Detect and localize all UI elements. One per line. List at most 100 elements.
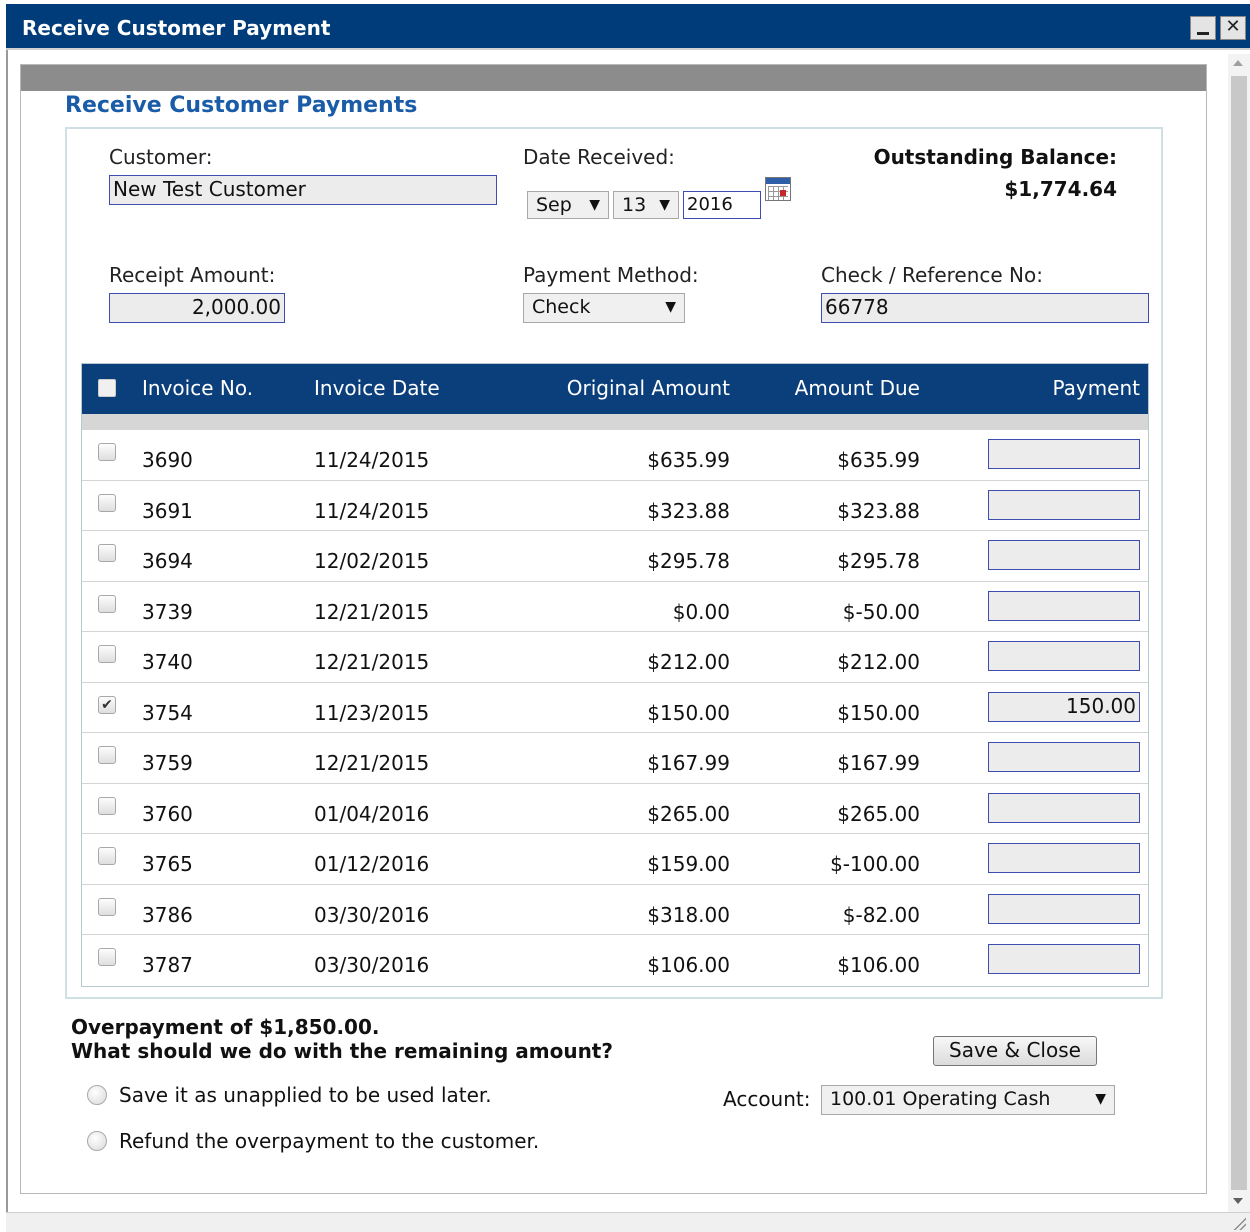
payment-input[interactable] bbox=[988, 540, 1140, 570]
date-month-select[interactable]: Sep ▼ bbox=[527, 191, 609, 219]
save-close-button[interactable]: Save & Close bbox=[933, 1036, 1097, 1066]
row-checkbox[interactable]: ✔ bbox=[98, 695, 116, 714]
row-checkbox[interactable] bbox=[98, 897, 116, 916]
cell-invoice-no: 3739 bbox=[142, 599, 193, 624]
header-payment[interactable]: Payment bbox=[1052, 376, 1140, 400]
payment-input[interactable] bbox=[988, 641, 1140, 671]
table-row: ✔ 3754 11/23/2015 $150.00 $150.00 150.00 bbox=[82, 683, 1148, 733]
reference-label: Check / Reference No: bbox=[821, 263, 1043, 287]
payment-input[interactable]: 150.00 bbox=[988, 691, 1140, 722]
refund-option-label[interactable]: Refund the overpayment to the customer. bbox=[119, 1129, 539, 1153]
payment-form: Customer: New Test Customer Date Receive… bbox=[65, 127, 1163, 999]
payment-method-value: Check bbox=[532, 296, 591, 318]
payment-method-select[interactable]: Check ▼ bbox=[523, 293, 685, 323]
window-status-bar bbox=[6, 1212, 1250, 1232]
row-checkbox[interactable] bbox=[98, 645, 116, 663]
account-label: Account: bbox=[723, 1087, 811, 1111]
dialog-header-bar bbox=[21, 65, 1206, 91]
scrollbar-thumb[interactable] bbox=[1231, 76, 1247, 1190]
cell-original-amount: $635.99 bbox=[647, 448, 730, 472]
cell-original-amount: $0.00 bbox=[672, 599, 730, 624]
payment-input[interactable] bbox=[988, 792, 1140, 823]
table-row: 3759 12/21/2015 $167.99 $167.99 bbox=[82, 733, 1148, 784]
vertical-scrollbar[interactable] bbox=[1228, 54, 1250, 1212]
row-checkbox[interactable] bbox=[98, 746, 116, 764]
window-border bbox=[6, 50, 8, 1232]
header-invoice-no[interactable]: Invoice No. bbox=[142, 376, 253, 400]
close-button[interactable]: ✕ bbox=[1220, 16, 1246, 40]
payment-input[interactable] bbox=[988, 439, 1140, 469]
table-row: 3690 11/24/2015 $635.99 $635.99 bbox=[82, 430, 1148, 481]
chevron-down-icon: ▼ bbox=[589, 197, 600, 213]
receipt-amount-field[interactable]: 2,000.00 bbox=[109, 293, 285, 323]
cell-invoice-date: 11/24/2015 bbox=[314, 498, 430, 523]
select-all-checkbox[interactable] bbox=[98, 379, 116, 397]
account-select[interactable]: 100.01 Operating Cash ▼ bbox=[821, 1085, 1115, 1115]
cell-invoice-date: 12/21/2015 bbox=[314, 650, 430, 674]
cell-amount-due: $150.00 bbox=[837, 700, 920, 725]
chevron-down-icon: ▼ bbox=[1095, 1091, 1106, 1107]
cell-amount-due: $-50.00 bbox=[842, 599, 920, 624]
cell-invoice-date: 01/04/2016 bbox=[314, 801, 430, 826]
reference-field[interactable]: 66778 bbox=[821, 293, 1149, 323]
table-row: 3760 01/04/2016 $265.00 $265.00 bbox=[82, 784, 1148, 834]
cell-invoice-no: 3759 bbox=[142, 751, 193, 775]
cell-invoice-no: 3754 bbox=[142, 700, 193, 725]
date-year-field[interactable]: 2016 bbox=[683, 191, 761, 219]
row-checkbox[interactable] bbox=[98, 493, 116, 512]
header-invoice-date[interactable]: Invoice Date bbox=[314, 376, 440, 400]
table-header: Invoice No. Invoice Date Original Amount… bbox=[82, 364, 1148, 414]
scroll-down-icon[interactable] bbox=[1233, 1198, 1243, 1204]
payment-input[interactable] bbox=[988, 893, 1140, 924]
unapplied-radio[interactable] bbox=[87, 1085, 107, 1105]
cell-invoice-date: 03/30/2016 bbox=[314, 953, 430, 977]
row-checkbox[interactable] bbox=[98, 847, 116, 865]
payment-input[interactable] bbox=[988, 742, 1140, 772]
chevron-down-icon: ▼ bbox=[659, 197, 670, 213]
payment-input[interactable] bbox=[988, 843, 1140, 873]
cell-invoice-date: 03/30/2016 bbox=[314, 902, 430, 927]
payment-input[interactable] bbox=[988, 944, 1140, 974]
row-checkbox[interactable] bbox=[98, 443, 116, 461]
row-checkbox[interactable] bbox=[98, 544, 116, 562]
row-checkbox[interactable] bbox=[98, 594, 116, 613]
payment-method-label: Payment Method: bbox=[523, 263, 699, 287]
header-original-amount[interactable]: Original Amount bbox=[567, 376, 730, 400]
cell-amount-due: $167.99 bbox=[837, 751, 920, 775]
cell-amount-due: $106.00 bbox=[837, 953, 920, 977]
cell-amount-due: $-82.00 bbox=[842, 902, 920, 927]
date-day-value: 13 bbox=[622, 194, 647, 216]
cell-invoice-no: 3787 bbox=[142, 953, 193, 977]
refund-radio[interactable] bbox=[87, 1131, 107, 1151]
account-value: 100.01 Operating Cash bbox=[830, 1088, 1051, 1110]
header-amount-due[interactable]: Amount Due bbox=[795, 376, 920, 400]
scroll-up-icon[interactable] bbox=[1233, 60, 1243, 66]
overpayment-question: What should we do with the remaining amo… bbox=[71, 1039, 613, 1063]
cell-original-amount: $295.78 bbox=[647, 549, 730, 573]
window-title: Receive Customer Payment bbox=[22, 16, 331, 40]
row-checkbox[interactable] bbox=[98, 796, 116, 815]
cell-original-amount: $106.00 bbox=[647, 953, 730, 977]
outstanding-balance-value: $1,774.64 bbox=[1004, 177, 1117, 201]
payment-dialog: Receive Customer Payments Customer: New … bbox=[20, 64, 1207, 1194]
customer-field[interactable]: New Test Customer bbox=[109, 175, 497, 205]
cell-invoice-no: 3760 bbox=[142, 801, 193, 826]
cell-invoice-no: 3694 bbox=[142, 549, 193, 573]
cell-invoice-date: 11/24/2015 bbox=[314, 448, 430, 472]
unapplied-option-label[interactable]: Save it as unapplied to be used later. bbox=[119, 1083, 492, 1107]
payment-input[interactable] bbox=[988, 590, 1140, 621]
row-checkbox[interactable] bbox=[98, 948, 116, 966]
table-body: 3690 11/24/2015 $635.99 $635.99 3691 11/24/20… bbox=[82, 430, 1148, 986]
date-day-select[interactable]: 13 ▼ bbox=[613, 191, 679, 219]
table-subheader-bar bbox=[82, 414, 1148, 430]
cell-amount-due: $635.99 bbox=[837, 448, 920, 472]
calendar-icon[interactable] bbox=[765, 177, 791, 201]
cell-original-amount: $159.00 bbox=[647, 852, 730, 876]
payment-input[interactable] bbox=[988, 489, 1140, 520]
cell-invoice-no: 3691 bbox=[142, 498, 193, 523]
date-month-value: Sep bbox=[536, 194, 572, 216]
cell-invoice-date: 01/12/2016 bbox=[314, 852, 430, 876]
minimize-button[interactable] bbox=[1190, 16, 1216, 40]
table-row: 3787 03/30/2016 $106.00 $106.00 bbox=[82, 935, 1148, 986]
resize-grip-icon[interactable] bbox=[1232, 1216, 1246, 1230]
